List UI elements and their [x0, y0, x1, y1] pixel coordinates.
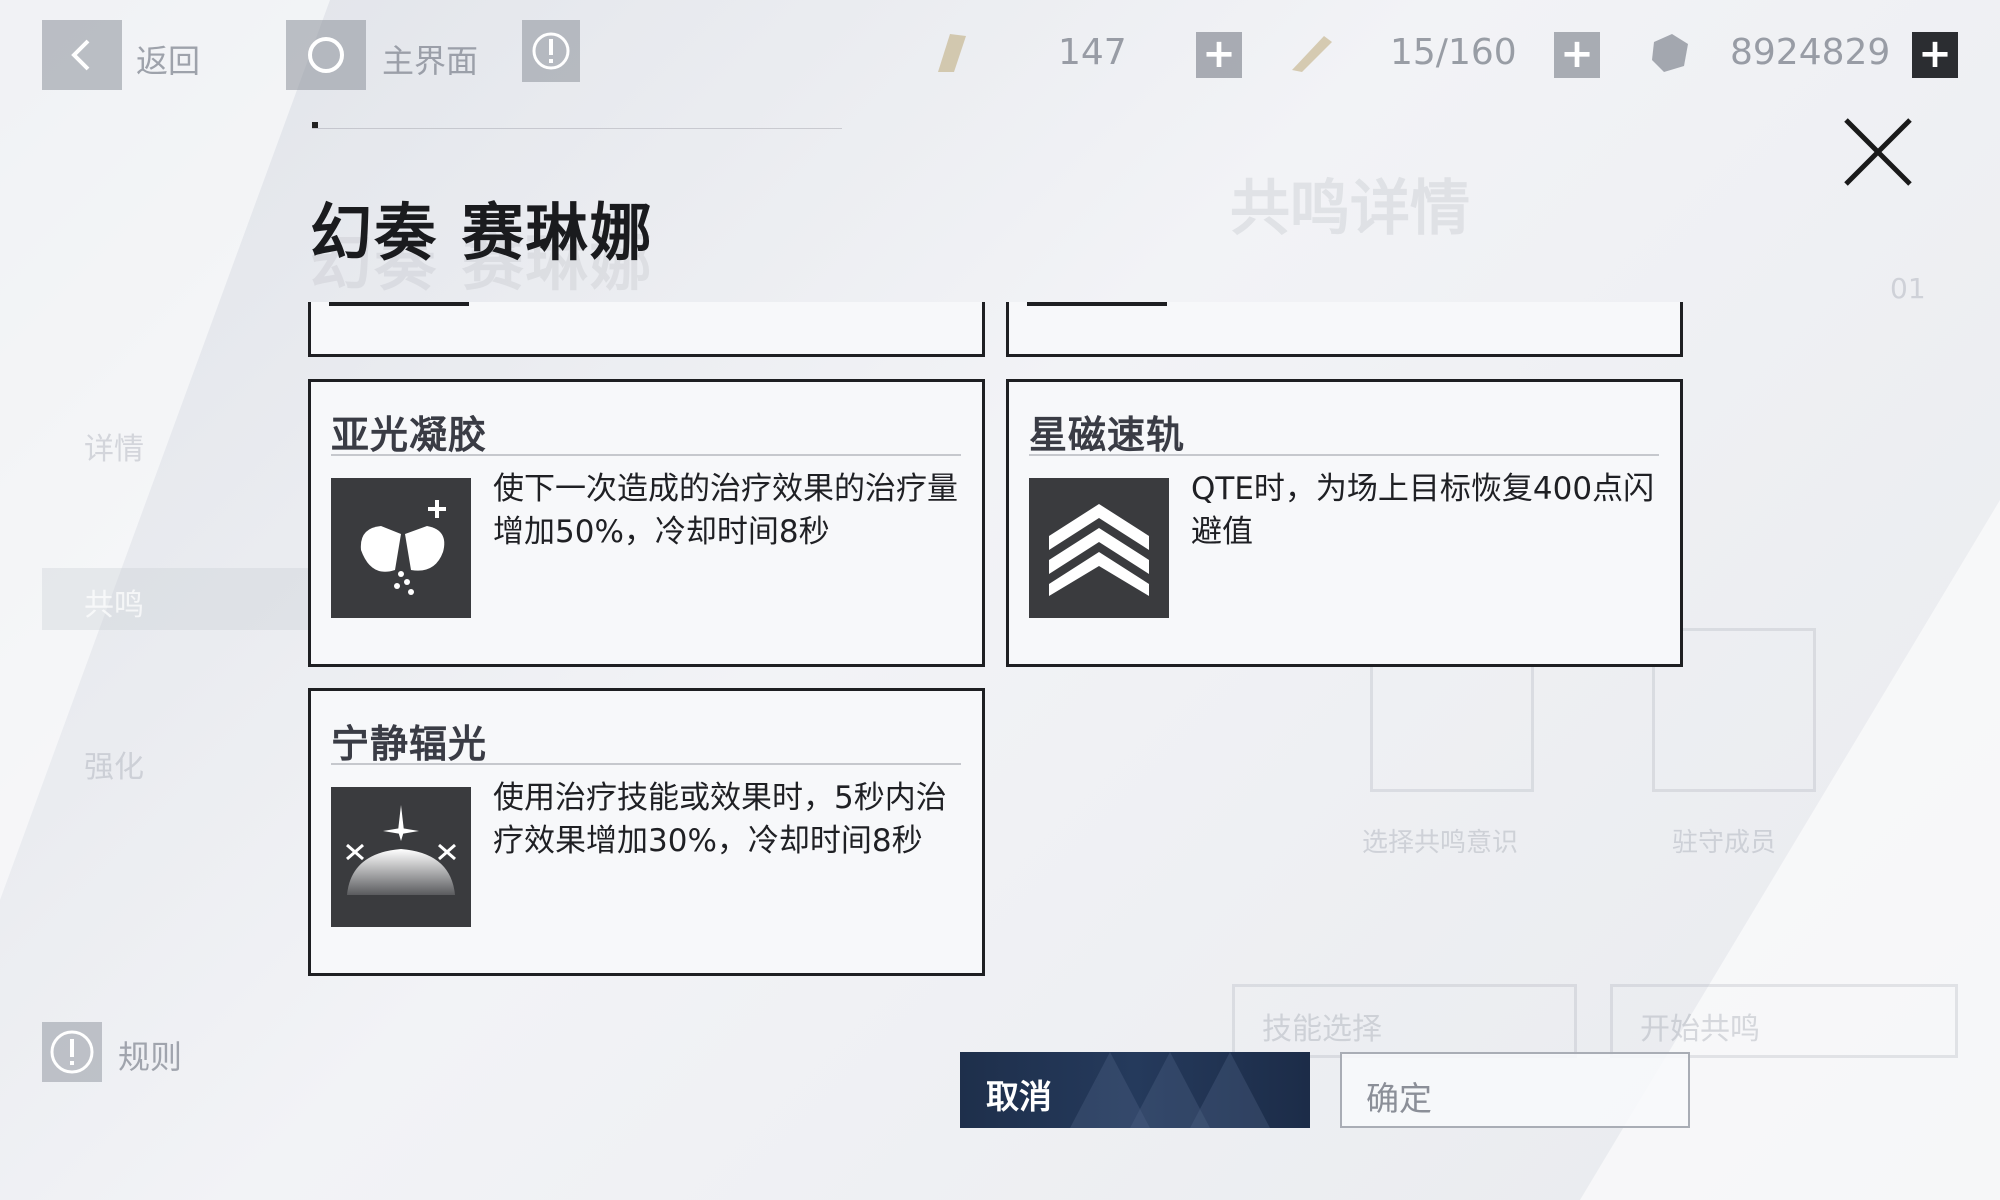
background-button-label: 开始共鸣: [1640, 1012, 1760, 1047]
skill-name: 亚光凝胶: [331, 413, 488, 457]
home-button[interactable]: [286, 20, 366, 90]
title-decoration-line: [312, 128, 842, 129]
info-icon: [50, 1030, 94, 1074]
add-stamina-button[interactable]: +: [1554, 32, 1600, 78]
card-divider: [331, 454, 961, 456]
background-panel-title: 共鸣详情: [1230, 174, 1470, 244]
screen: 共鸣详情 01 详情 共鸣 强化 80 选择共鸣意识 驻守成员 技能选择 开始共…: [0, 0, 2000, 1200]
skill-card-partial[interactable]: [308, 302, 985, 357]
capsule-heal-icon: [360, 500, 446, 595]
add-crystal-button[interactable]: +: [1196, 32, 1242, 78]
skill-card[interactable]: 宁静辐光 使用治疗技能或效果时，5秒内治疗效果增加30%，冷却时间8秒: [308, 688, 985, 976]
radiant-dome-icon: [346, 805, 456, 895]
close-icon[interactable]: [1838, 112, 1918, 192]
back-label[interactable]: 返回: [136, 36, 200, 82]
stamina-icon: [1292, 36, 1332, 72]
background-slot-label: 选择共鸣意识: [1362, 828, 1519, 858]
skill-icon-frame: [331, 787, 471, 927]
card-divider: [331, 763, 961, 765]
skill-name: 宁静辐光: [331, 722, 488, 766]
skill-description: 使用治疗技能或效果时，5秒内治疗效果增加30%，冷却时间8秒: [493, 780, 947, 859]
resource-value-crystal: 147: [1058, 32, 1127, 73]
skill-card[interactable]: 星磁速轨 QTE时，为场上目标恢复400点闪避值: [1006, 379, 1683, 667]
skill-name: 星磁速轨: [1029, 413, 1186, 457]
dialog-title: 幻奏 赛琳娜: [310, 196, 654, 269]
cancel-button[interactable]: 取消: [960, 1052, 1310, 1128]
button-decoration: [1190, 1052, 1270, 1128]
cancel-label: 取消: [986, 1077, 1052, 1116]
home-circle-icon: [308, 37, 344, 73]
skill-description: QTE时，为场上目标恢复400点闪避值: [1191, 471, 1655, 550]
back-button[interactable]: [42, 20, 122, 90]
confirm-label: 确定: [1366, 1079, 1432, 1118]
confirm-button[interactable]: 确定: [1340, 1052, 1690, 1128]
card-decoration: [329, 302, 469, 306]
resource-value-coin: 8924829: [1730, 32, 1891, 73]
background-tab-enhance: 强化: [84, 750, 144, 785]
rules-icon-frame: [42, 1022, 102, 1082]
card-divider: [1029, 454, 1659, 456]
card-decoration: [1027, 302, 1167, 306]
background-button-label: 技能选择: [1262, 1012, 1382, 1047]
skill-card-partial[interactable]: [1006, 302, 1683, 357]
crystal-icon: [938, 34, 966, 72]
background-slot-label: 驻守成员: [1672, 828, 1777, 858]
skill-icon-frame: [331, 478, 471, 618]
skill-icon-frame: [1029, 478, 1169, 618]
info-icon: [532, 32, 570, 70]
home-label[interactable]: 主界面: [382, 36, 478, 82]
background-shape: [0, 0, 330, 900]
chevron-left-icon: [71, 39, 90, 71]
resource-value-stamina: 15/160: [1390, 32, 1517, 73]
background-tab-resonance: 共鸣: [84, 588, 144, 623]
add-coin-button[interactable]: +: [1912, 32, 1958, 78]
rules-label: 规则: [118, 1038, 183, 1076]
background-panel-number: 01: [1890, 272, 1926, 305]
background-tab-details: 详情: [84, 432, 144, 467]
info-button[interactable]: [522, 20, 580, 82]
skill-description: 使下一次造成的治疗效果的治疗量增加50%，冷却时间8秒: [493, 471, 958, 550]
chevron-up-icon: [1049, 504, 1149, 596]
coin-icon: [1652, 34, 1688, 72]
top-bar: 返回 主界面 147 + 15/160 + 8924829 +: [0, 0, 2000, 110]
skill-card[interactable]: 亚光凝胶 使下一次造成的治疗效果的治疗量增加50%，冷却时间8秒: [308, 379, 985, 667]
